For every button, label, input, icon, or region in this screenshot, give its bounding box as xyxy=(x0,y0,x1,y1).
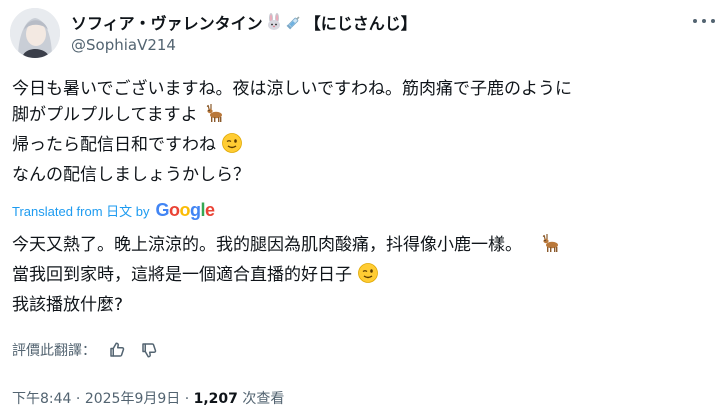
view-count: 1,207 xyxy=(193,391,238,407)
view-count-label: 次查看 xyxy=(237,391,285,407)
original-line-1: 今日も暑いでございますね。夜は涼しいですわね。筋肉痛で子鹿のように xyxy=(12,79,572,99)
winking-face-icon xyxy=(357,262,379,292)
winking-face-icon xyxy=(221,132,243,162)
translation-line-1: 今天又熱了。晚上涼涼的。我的腿因為肌肉酸痛，抖得像小鹿一樣。 xyxy=(12,235,522,255)
translated-from-link[interactable]: Translated from 日文 by Google xyxy=(12,200,215,221)
original-line-4: なんの配信しましょうかしら？ xyxy=(12,165,250,185)
meta-separator: · xyxy=(180,391,194,407)
tweet-date[interactable]: 2025年9月9日 xyxy=(85,391,180,407)
deer-icon xyxy=(203,102,225,132)
tweet-original-text: 今日も暑いでございますね。夜は涼しいですわね。筋肉痛で子鹿のように 脚がプルプル… xyxy=(12,76,718,188)
deer-icon xyxy=(539,232,561,262)
more-options-icon[interactable] xyxy=(693,11,715,31)
tweet-translation-text: 今天又熱了。晚上涼涼的。我的腿因為肌肉酸痛，抖得像小鹿一樣。 當我回到家時，這將… xyxy=(12,232,718,318)
tweet-time[interactable]: 下午8:44 xyxy=(12,391,71,407)
original-line-3-wrap: 帰ったら配信日和ですわね xyxy=(12,132,718,162)
translated-from-label[interactable]: Translated from 日文 by xyxy=(12,201,150,220)
dot xyxy=(702,19,706,23)
thumbs-up-icon[interactable] xyxy=(106,339,128,361)
thumbs-down-icon[interactable] xyxy=(138,339,160,361)
translation-line-2: 當我回到家時，這將是一個適合直播的好日子 xyxy=(12,265,352,285)
original-line-2-wrap: 脚がプルプルしてますよ xyxy=(12,102,718,132)
original-line-2: 脚がプルプルしてますよ xyxy=(12,105,198,125)
dot xyxy=(711,19,715,23)
rabbit-icon xyxy=(265,13,283,31)
google-logo: Google xyxy=(155,200,216,220)
rate-translation-label: 評價此翻譯： xyxy=(12,343,96,359)
tweet-meta: 下午8:44 · 2025年9月9日 · 1,207 次查看 xyxy=(12,388,284,408)
author-handle[interactable]: @SophiaV214 xyxy=(71,36,176,54)
translation-line-1-wrap: 今天又熱了。晚上涼涼的。我的腿因為肌肉酸痛，抖得像小鹿一樣。 xyxy=(12,232,718,262)
syringe-icon xyxy=(285,13,303,31)
translation-line-2-wrap: 當我回到家時，這將是一個適合直播的好日子 xyxy=(12,262,718,292)
rate-translation: 評價此翻譯： xyxy=(12,339,160,361)
author-display-name[interactable]: ソフィア・ヴァレンタイン xyxy=(71,10,263,34)
meta-separator: · xyxy=(71,391,85,407)
translation-line-3: 我該播放什麼? xyxy=(12,295,124,315)
original-line-3: 帰ったら配信日和ですわね xyxy=(12,135,216,155)
author-name-suffix[interactable]: 【にじさんじ】 xyxy=(305,10,417,34)
author-name[interactable]: ソフィア・ヴァレンタイン 【にじさんじ】 xyxy=(71,10,417,34)
avatar[interactable] xyxy=(10,8,60,58)
dot xyxy=(693,19,697,23)
